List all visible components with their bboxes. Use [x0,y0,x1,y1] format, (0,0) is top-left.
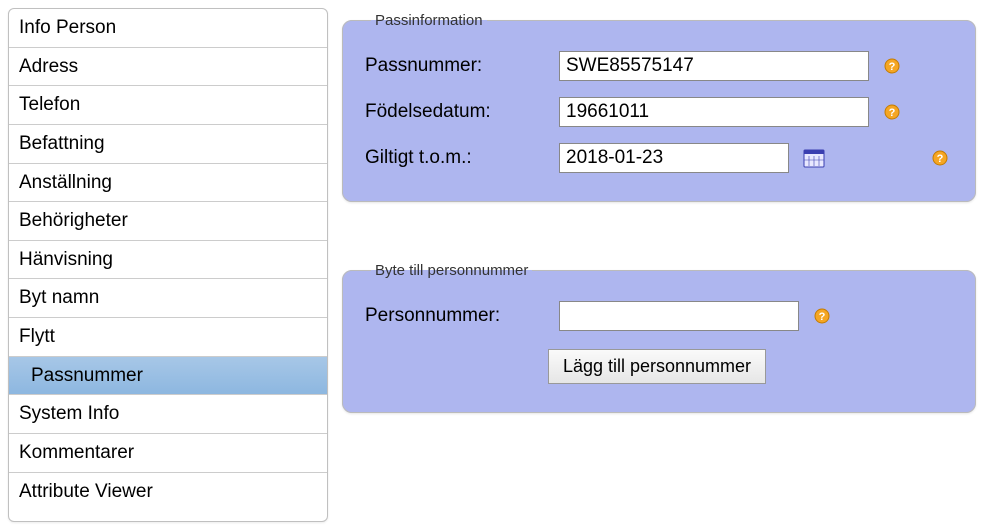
sidebar-item-label: Flytt [19,326,55,347]
sidebar-item-label: Passnummer [31,365,143,386]
help-icon[interactable]: ? [931,149,949,167]
byte-personnummer-panel: Byte till personnummer Personnummer: ? L… [342,262,976,413]
sidebar-item-label: Behörigheter [19,210,128,231]
sidebar-item-label: Attribute Viewer [19,481,153,502]
passinformation-panel: Passinformation Passnummer: ? Födelsedat… [342,12,976,202]
giltigt-label: Giltigt t.o.m.: [365,147,545,169]
sidebar-item-label: Befattning [19,133,105,154]
personnummer-label: Personnummer: [365,305,545,327]
svg-text:?: ? [819,311,826,323]
sidebar-item-anstallning[interactable]: Anställning [9,163,327,202]
sidebar-item-adress[interactable]: Adress [9,47,327,86]
svg-text:?: ? [937,153,944,165]
byte-legend: Byte till personnummer [371,262,532,279]
personnummer-input[interactable] [559,301,799,331]
passnummer-input[interactable] [559,51,869,81]
sidebar-item-info-person[interactable]: Info Person [9,9,327,47]
sidebar-item-byt-namn[interactable]: Byt namn [9,278,327,317]
row-passnummer: Passnummer: ? [365,51,949,81]
sidebar-item-attribute-viewer[interactable]: Attribute Viewer [9,472,327,511]
sidebar-item-label: System Info [19,403,119,424]
sidebar-item-telefon[interactable]: Telefon [9,85,327,124]
sidebar-item-hanvisning[interactable]: Hänvisning [9,240,327,279]
sidebar-item-label: Kommentarer [19,442,134,463]
svg-text:?: ? [889,107,896,119]
button-row: Lägg till personnummer [365,349,949,384]
sidebar: Info Person Adress Telefon Befattning An… [8,8,328,522]
sidebar-item-label: Telefon [19,94,80,115]
fodelsedatum-label: Födelsedatum: [365,101,545,123]
row-personnummer: Personnummer: ? [365,301,949,331]
sidebar-item-behorigheter[interactable]: Behörigheter [9,201,327,240]
sidebar-item-passnummer[interactable]: Passnummer [9,356,327,395]
sidebar-item-label: Hänvisning [19,249,113,270]
fodelsedatum-input[interactable] [559,97,869,127]
sidebar-item-flytt[interactable]: Flytt [9,317,327,356]
sidebar-item-label: Anställning [19,172,112,193]
passinformation-legend: Passinformation [371,12,487,29]
help-icon[interactable]: ? [883,57,901,75]
svg-text:?: ? [889,61,896,73]
sidebar-item-befattning[interactable]: Befattning [9,124,327,163]
passnummer-label: Passnummer: [365,55,545,77]
calendar-icon[interactable] [803,148,825,168]
giltigt-input[interactable] [559,143,789,173]
sidebar-item-system-info[interactable]: System Info [9,394,327,433]
row-fodelsedatum: Födelsedatum: ? [365,97,949,127]
sidebar-item-kommentarer[interactable]: Kommentarer [9,433,327,472]
row-giltigt: Giltigt t.o.m.: ? [365,143,949,173]
sidebar-item-label: Byt namn [19,287,99,308]
help-icon[interactable]: ? [883,103,901,121]
sidebar-item-label: Adress [19,56,78,77]
main-content: Passinformation Passnummer: ? Födelsedat… [342,8,982,522]
sidebar-item-label: Info Person [19,17,116,38]
add-personnummer-button[interactable]: Lägg till personnummer [548,349,766,384]
help-icon[interactable]: ? [813,307,831,325]
